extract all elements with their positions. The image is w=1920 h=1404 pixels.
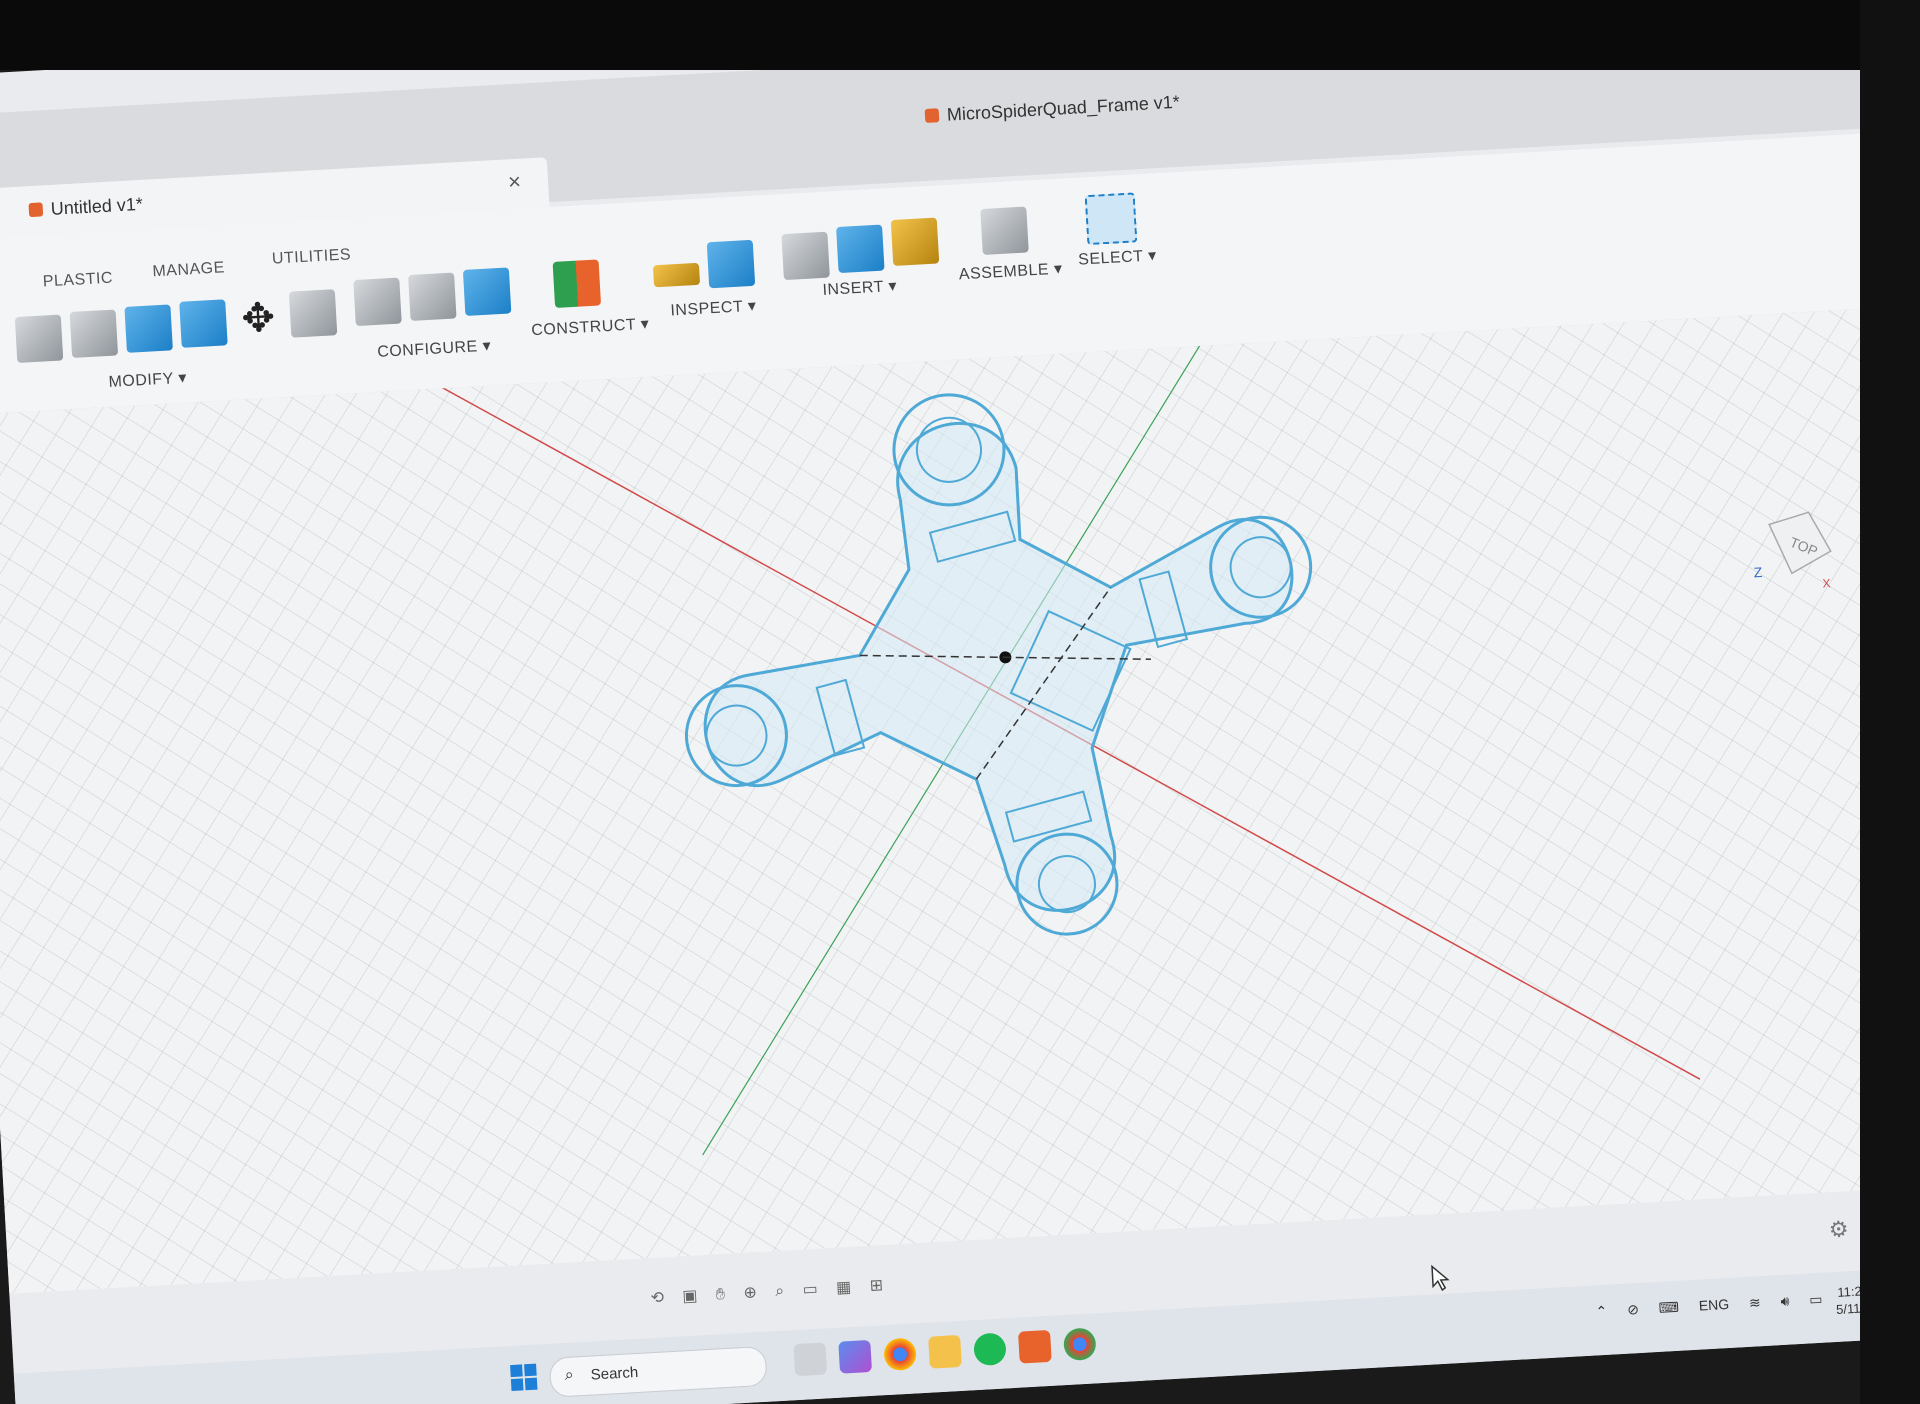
display-settings-icon[interactable]: ▭ bbox=[802, 1281, 818, 1299]
insert-canvas-tool-icon[interactable] bbox=[836, 224, 885, 274]
menu-tab-manage[interactable]: MANAGE bbox=[152, 259, 225, 281]
construct-menu[interactable]: CONSTRUCT ▾ bbox=[531, 314, 650, 341]
chevron-up-icon[interactable]: ⌃ bbox=[1595, 1303, 1608, 1320]
language-indicator[interactable]: ENG bbox=[1698, 1296, 1729, 1314]
monitor-bezel-top bbox=[0, 0, 1920, 70]
gear-icon[interactable]: ⚙ bbox=[1828, 1216, 1849, 1243]
sketch-svg bbox=[376, 307, 1701, 1156]
offset-face-tool-icon[interactable] bbox=[179, 299, 228, 348]
orbit-icon[interactable]: ⟲ bbox=[650, 1289, 664, 1307]
windows-taskbar: ⌕ Search ⌃ ⊘ ⌨ ENG ≋ 🔊︎ ▭ 11:28 PM 5/11/… bbox=[13, 1265, 1920, 1404]
quad-frame-sketch bbox=[684, 393, 1313, 936]
select-tool-icon[interactable] bbox=[1084, 192, 1138, 246]
insert-menu[interactable]: INSERT ▾ bbox=[822, 276, 898, 300]
search-label: Search bbox=[590, 1363, 639, 1384]
fusion-cube-icon bbox=[924, 108, 940, 123]
insert-mesh-tool-icon[interactable] bbox=[890, 217, 940, 266]
fit-zoom-icon[interactable]: ⌕ bbox=[775, 1283, 785, 1300]
menu-tab-utilities[interactable]: UTILITIES bbox=[271, 246, 351, 268]
search-icon: ⌕ bbox=[564, 1366, 575, 1385]
look-at-icon[interactable]: ▣ bbox=[682, 1288, 698, 1306]
mouse-pointer-icon bbox=[1431, 1264, 1450, 1292]
viewcube-axis-z: Z bbox=[1753, 564, 1763, 580]
shell-tool-icon[interactable] bbox=[69, 309, 119, 358]
menu-tab-plastic[interactable]: PLASTIC bbox=[42, 270, 113, 292]
fusion-window: Untitled v1* × MicroSpiderQuad_Frame v1*… bbox=[0, 0, 1920, 1404]
fusion-app-icon[interactable] bbox=[1018, 1329, 1052, 1364]
screen: Untitled v1* × MicroSpiderQuad_Frame v1*… bbox=[0, 0, 1920, 1404]
copilot-icon[interactable] bbox=[838, 1339, 873, 1374]
navigation-bar: ⟲ ▣ ✋︎ ⊕ ⌕ ▭ ▦ ⊞ bbox=[650, 1274, 898, 1318]
tab-untitled-label: Untitled v1* bbox=[28, 194, 143, 221]
battery-icon[interactable]: ▭ bbox=[1809, 1291, 1823, 1308]
configure-menu[interactable]: CONFIGURE ▾ bbox=[377, 336, 492, 362]
fillet-tool-icon[interactable] bbox=[14, 314, 64, 364]
viewcube[interactable]: TOP Z X bbox=[1748, 501, 1843, 596]
move-copy-tool-icon[interactable]: ✥ bbox=[234, 294, 282, 342]
chrome-profile-icon[interactable] bbox=[1062, 1327, 1097, 1362]
inspect-menu[interactable]: INSPECT ▾ bbox=[670, 296, 757, 321]
chrome-icon[interactable] bbox=[883, 1337, 917, 1372]
section-analysis-tool-icon[interactable] bbox=[706, 239, 756, 289]
grid-settings-icon[interactable]: ▦ bbox=[836, 1279, 852, 1297]
file-explorer-icon[interactable] bbox=[928, 1334, 962, 1369]
spotify-icon[interactable] bbox=[973, 1332, 1007, 1367]
insert-derive-tool-icon[interactable] bbox=[781, 231, 830, 281]
zoom-icon[interactable]: ⊕ bbox=[743, 1284, 757, 1302]
viewcube-axis-x: X bbox=[1822, 576, 1831, 590]
configure-table-tool-icon[interactable] bbox=[408, 272, 457, 322]
system-tray: ⌃ ⊘ ⌨ ENG ≋ 🔊︎ ▭ bbox=[1579, 1291, 1823, 1322]
assemble-menu[interactable]: ASSEMBLE ▾ bbox=[958, 259, 1063, 285]
task-view-icon[interactable] bbox=[793, 1342, 828, 1377]
measure-tool-icon[interactable] bbox=[652, 262, 701, 288]
new-component-tool-icon[interactable] bbox=[980, 206, 1029, 255]
fusion-cube-icon bbox=[28, 202, 44, 218]
select-menu[interactable]: SELECT ▾ bbox=[1078, 245, 1157, 269]
windows-start-icon[interactable] bbox=[509, 1363, 539, 1393]
pan-hand-icon[interactable]: ✋︎ bbox=[715, 1286, 725, 1303]
monitor-bezel-right bbox=[1860, 0, 1920, 1404]
taskbar-search[interactable]: ⌕ Search bbox=[548, 1345, 768, 1398]
keyboard-icon[interactable]: ⌨ bbox=[1658, 1299, 1679, 1316]
viewports-icon[interactable]: ⊞ bbox=[869, 1277, 883, 1295]
construct-plane-tool-icon[interactable] bbox=[552, 259, 602, 308]
configure-theme-tool-icon[interactable] bbox=[462, 267, 512, 316]
configure-rule-tool-icon[interactable] bbox=[353, 277, 402, 327]
design-canvas[interactable]: TOP Z X bbox=[0, 307, 1920, 1294]
combine-tool-icon[interactable] bbox=[124, 304, 173, 353]
wifi-icon[interactable]: ≋ bbox=[1749, 1294, 1762, 1311]
modify-menu[interactable]: MODIFY ▾ bbox=[108, 368, 187, 392]
change-parameters-tool-icon[interactable] bbox=[288, 289, 338, 338]
volume-icon[interactable]: 🔊︎ bbox=[1780, 1293, 1790, 1309]
close-tab-icon[interactable]: × bbox=[507, 169, 521, 196]
meet-now-icon[interactable]: ⊘ bbox=[1627, 1301, 1640, 1318]
